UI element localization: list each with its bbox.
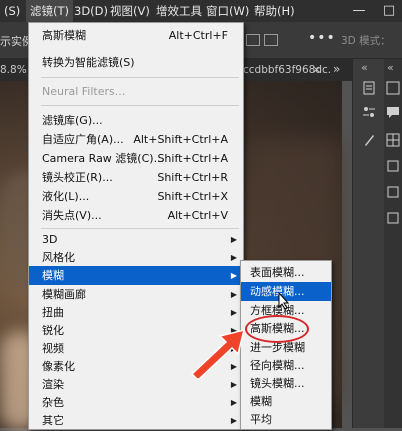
menu-item-noise[interactable]: 杂色 ▶ (29, 393, 243, 412)
menu-item-vanishing-point[interactable]: 消失点(V)... Alt+Ctrl+V (29, 206, 243, 225)
comment-icon[interactable] (386, 105, 400, 119)
submenu-item-radial-blur[interactable]: 径向模糊... (241, 356, 331, 375)
brush-icon[interactable] (362, 133, 376, 147)
submenu-arrow-icon: ▶ (230, 416, 237, 425)
color-panel-icon[interactable] (386, 81, 400, 95)
highlight-circle-annotation (245, 315, 309, 343)
properties-icon[interactable] (362, 105, 376, 119)
more-tabs-icon[interactable]: » (333, 62, 340, 76)
minimize-button[interactable]: — (350, 0, 368, 22)
menu-item-liquify[interactable]: 液化(L)... Shift+Ctrl+X (29, 187, 243, 206)
menubar: (S) 滤镜(T) 3D(D) 视图(V) 增效工具 窗口(W) 帮助(H) —… (0, 0, 402, 22)
menu-item-lens-correction[interactable]: 镜头校正(R)... Shift+Ctrl+R (29, 168, 243, 187)
align-icon[interactable] (246, 34, 260, 46)
submenu-item-blur[interactable]: 模糊 (241, 392, 331, 411)
menu-item-convert-smart-filter[interactable]: 转换为智能滤镜(S) (29, 53, 243, 72)
menu-item-adaptive-wide-angle[interactable]: 自适应广角(A)... Alt+Shift+Ctrl+A (29, 130, 243, 149)
menu-separator (41, 77, 239, 78)
submenu-arrow-icon: ▶ (230, 253, 237, 262)
menu-item-distort[interactable]: 扭曲 ▶ (29, 303, 243, 322)
maximize-button[interactable]: □ (380, 0, 398, 22)
collapse-panels-icon-secondary[interactable]: « (387, 61, 394, 74)
menu-item-gaussian-blur-last[interactable]: 高斯模糊 Alt+Ctrl+F (29, 26, 243, 45)
submenu-arrow-icon: ▶ (230, 290, 237, 299)
menu-separator (41, 105, 239, 106)
menu-separator (41, 228, 239, 229)
menu-item-filter-gallery[interactable]: 滤镜库(G)... (29, 111, 243, 130)
menu-item-neural-filters: Neural Filters... (42, 85, 126, 98)
menu-window[interactable]: 窗口(W) (202, 0, 253, 22)
menu-filter[interactable]: 滤镜(T) (26, 0, 73, 22)
menu-item-blur-gallery[interactable]: 模糊画廊 ▶ (29, 285, 243, 304)
menu-item-other[interactable]: 其它 ▶ (29, 411, 243, 430)
red-arrow-annotation (190, 328, 246, 378)
history-icon[interactable] (362, 81, 376, 95)
submenu-arrow-icon: ▶ (230, 235, 237, 244)
menu-item-blur[interactable]: 模糊 ▶ (29, 266, 243, 285)
mouse-cursor-icon (278, 292, 290, 310)
submenu-arrow-icon: ▶ (230, 308, 237, 317)
panel-dock-strip: « (352, 59, 385, 428)
menu-item-3d[interactable]: 3D ▶ (29, 230, 243, 249)
collapse-panels-icon[interactable]: « (361, 61, 368, 74)
submenu-arrow-icon: ▶ (230, 398, 237, 407)
close-tab-icon[interactable]: × (312, 63, 321, 76)
blur-submenu: 表面模糊... 动感模糊... 方框模糊... 高斯模糊... 进一步模糊 径向… (240, 260, 332, 430)
panel-dock-strip-secondary: « (384, 59, 402, 428)
channels-icon[interactable] (386, 185, 400, 199)
more-options-button[interactable]: ••• (308, 30, 336, 46)
distribute-icon[interactable] (264, 34, 278, 46)
grid-icon[interactable] (386, 133, 400, 147)
submenu-arrow-icon: ▶ (230, 271, 237, 280)
submenu-item-average[interactable]: 平均 (241, 410, 331, 429)
menu-view[interactable]: 视图(V) (106, 0, 154, 22)
menu-plugins[interactable]: 增效工具 (152, 0, 206, 22)
3d-mode-label: 3D 模式： (341, 35, 391, 47)
submenu-item-surface-blur[interactable]: 表面模糊... (241, 263, 331, 282)
zoom-level: 8.8% (0, 64, 27, 76)
menu-item-stylize[interactable]: 风格化 ▶ (29, 248, 243, 267)
menu-help[interactable]: 帮助(H) (250, 0, 299, 22)
layers-icon[interactable] (386, 211, 400, 225)
submenu-item-lens-blur[interactable]: 镜头模糊... (241, 374, 331, 393)
menu-select[interactable]: (S) (0, 0, 24, 22)
menu-item-camera-raw[interactable]: Camera Raw 滤镜(C)... Shift+Ctrl+A (29, 149, 243, 168)
paths-icon[interactable] (386, 159, 400, 173)
